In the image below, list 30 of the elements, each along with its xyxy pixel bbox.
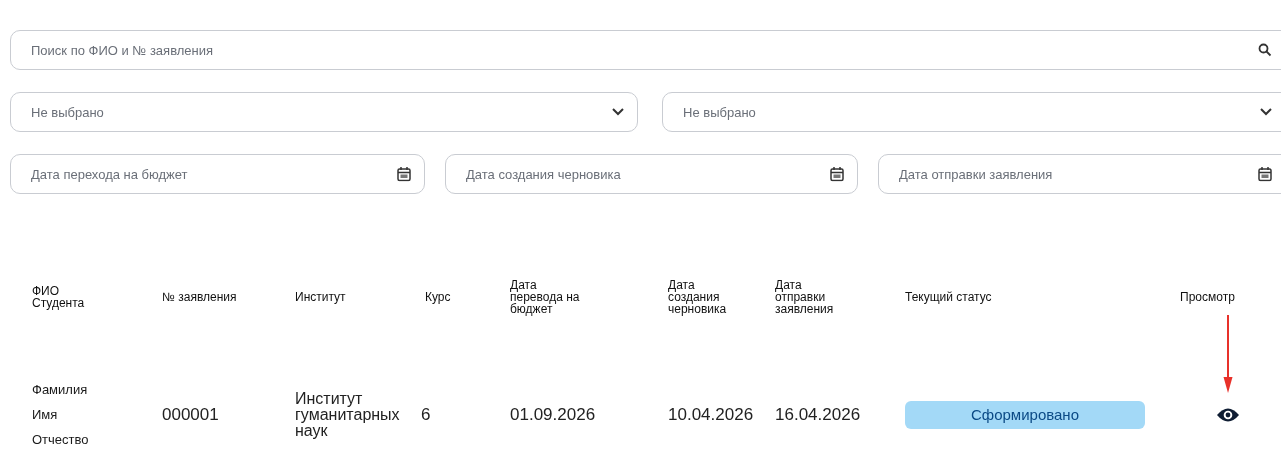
column-header: № заявления bbox=[162, 291, 238, 303]
column-header: Институт bbox=[295, 291, 347, 303]
date-field[interactable]: Дата создания черновика bbox=[445, 154, 858, 194]
table-cell-text: 01.09.2026 bbox=[510, 404, 597, 425]
eye-icon[interactable] bbox=[1216, 406, 1240, 423]
table-cell-text: Фамилия Имя Отчество bbox=[32, 381, 90, 449]
column-header: ФИО Студента bbox=[32, 285, 86, 309]
table-cell-text: 000001 bbox=[162, 404, 220, 425]
calendar-icon bbox=[1258, 166, 1272, 182]
chevron-down-icon bbox=[612, 108, 624, 116]
select-field[interactable]: Не выбрано bbox=[10, 92, 638, 132]
table-cell-text: 16.04.2026 bbox=[775, 404, 862, 425]
calendar-icon bbox=[830, 166, 844, 182]
column-header: Текущий статус bbox=[905, 291, 993, 303]
date-field[interactable]: Дата отправки заявления bbox=[878, 154, 1281, 194]
column-header: Просмотр bbox=[1180, 291, 1236, 303]
column-header: Дата отправки заявления bbox=[775, 279, 835, 315]
status-badge: Сформировано bbox=[905, 400, 1145, 429]
search-field[interactable]: Поиск по ФИО и № заявления bbox=[10, 30, 1281, 70]
column-header: Курс bbox=[425, 291, 452, 303]
calendar-icon bbox=[397, 166, 411, 182]
select-field[interactable]: Не выбрано bbox=[662, 92, 1281, 132]
table-cell-text: Институт гуманитарных наук bbox=[295, 390, 401, 439]
search-icon bbox=[1258, 43, 1272, 57]
date-field[interactable]: Дата перехода на бюджет bbox=[10, 154, 425, 194]
chevron-down-icon bbox=[1260, 108, 1272, 116]
column-header: Дата перевода на бюджет bbox=[510, 279, 581, 315]
column-header: Дата создания черновика bbox=[668, 279, 728, 315]
table-cell-text: 10.04.2026 bbox=[668, 404, 755, 425]
table-cell-text: 6 bbox=[421, 404, 432, 425]
